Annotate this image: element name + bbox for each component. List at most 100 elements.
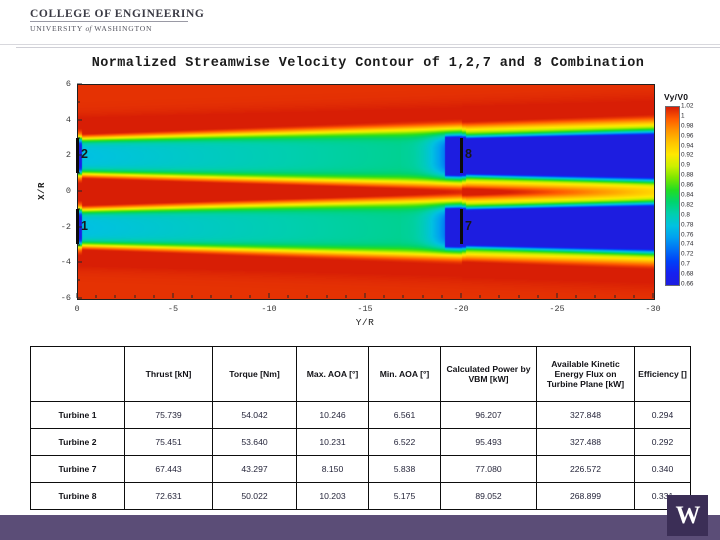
colorbar-tick: 0.92	[681, 151, 694, 159]
x-minor-tick-mark	[95, 295, 97, 298]
table-column-header: Efficiency []	[634, 346, 691, 402]
x-tick-mark	[172, 293, 174, 298]
table-cell: 67.443	[124, 455, 213, 483]
table-cell: 6.561	[368, 401, 441, 429]
table-header: Thrust [kN] Torque [Nm] Max. AOA [°] Min. A…	[30, 346, 691, 402]
table-cell: 8.150	[296, 455, 369, 483]
table-column-header: Thrust [kN]	[124, 346, 213, 402]
table-cell: 5.838	[368, 455, 441, 483]
plot-wrapper: X/R Y/R 6 4 2 0 -2 -4 -6 0 -5 -10 -15 -20 -25 -30 2 1…	[37, 79, 661, 328]
colorbar-tick: 0.66	[681, 280, 694, 288]
turbine-results-table: Thrust [kN] Torque [Nm] Max. AOA [°] Min. A…	[30, 346, 691, 510]
colorbar-tick: 0.8	[681, 211, 690, 219]
table-cell: 10.246	[296, 401, 369, 429]
y-minor-tick-mark	[77, 101, 80, 103]
colorbar-tick: 0.98	[681, 122, 694, 130]
w-logo-letter: W	[675, 502, 701, 529]
y-tick-label: -4	[60, 257, 71, 268]
college-name: COLLEGE OF ENGINEERING	[30, 8, 205, 20]
uw-branding-header: COLLEGE OF ENGINEERING UNIVERSITY of WAS…	[30, 8, 204, 33]
table-cell: 327.848	[536, 401, 635, 429]
x-minor-tick-mark	[441, 295, 443, 298]
x-minor-tick-mark	[210, 295, 212, 298]
y-tick-label: 6	[65, 79, 71, 89]
x-tick-mark	[364, 293, 366, 298]
y-tick-mark	[77, 190, 82, 192]
x-tick-mark	[556, 293, 558, 298]
colorbar-tick: 0.72	[681, 250, 694, 258]
table-body: Turbine 1 75.739 54.042 10.246 6.561 96.207 32…	[30, 401, 691, 510]
table-cell: 327.488	[536, 428, 635, 456]
table-cell: 43.297	[212, 455, 297, 483]
y-tick-mark	[77, 119, 82, 121]
y-minor-tick-mark	[77, 279, 80, 281]
turbine-blade-marker	[460, 208, 463, 245]
x-minor-tick-mark	[479, 295, 481, 298]
colorbar-tick: 1	[681, 112, 685, 120]
table-cell: 5.175	[368, 482, 441, 510]
colorbar-tick: 0.96	[681, 132, 694, 140]
table-header-row: Thrust [kN] Torque [Nm] Max. AOA [°] Min. A…	[30, 346, 691, 402]
x-tick-mark	[268, 293, 270, 298]
table-row: Turbine 8 72.631 50.022 10.203 5.175 89.052 26…	[30, 482, 691, 510]
university-name: UNIVERSITY of WASHINGTON	[30, 24, 204, 33]
table-row-header: Turbine 7	[30, 455, 125, 483]
x-tick-label: -10	[261, 304, 277, 314]
table-cell: 75.739	[124, 401, 213, 429]
x-minor-tick-mark	[537, 295, 539, 298]
table-cell: 95.493	[440, 428, 537, 456]
colorbar-tick: 1.02	[681, 102, 694, 110]
x-tick-label: -20	[453, 304, 469, 314]
x-minor-tick-mark	[230, 295, 232, 298]
y-tick-mark	[77, 261, 82, 263]
x-minor-tick-mark	[422, 295, 424, 298]
x-minor-tick-mark	[575, 295, 577, 298]
colorbar-tick: 0.94	[681, 142, 694, 150]
x-minor-tick-mark	[287, 295, 289, 298]
table-cell: 54.042	[212, 401, 297, 429]
table-cell: 75.451	[124, 428, 213, 456]
colorbar-tick: 0.84	[681, 191, 694, 199]
table-cell: 10.231	[296, 428, 369, 456]
branding-divider	[30, 21, 188, 22]
table-row-header: Turbine 8	[30, 482, 125, 510]
table-cell: 72.631	[124, 482, 213, 510]
x-tick-label: -25	[549, 304, 565, 314]
table-row-header: Turbine 2	[30, 428, 125, 456]
washington-word: WASHINGTON	[94, 24, 153, 33]
y-tick-mark	[77, 297, 82, 299]
table-column-header: Available Kinetic Energy Flux on Turbine…	[536, 346, 635, 402]
turbine-blade-marker	[76, 208, 79, 245]
table-cell: 50.022	[212, 482, 297, 510]
table-cell: 53.640	[212, 428, 297, 456]
colorbar-tick: 0.88	[681, 171, 694, 179]
y-tick-label: 0	[65, 186, 71, 196]
colorbar-gradient	[665, 106, 680, 286]
table-cell: 77.080	[440, 455, 537, 483]
table-row: Turbine 1 75.739 54.042 10.246 6.561 96.207 32…	[30, 401, 691, 429]
x-minor-tick-mark	[345, 295, 347, 298]
contour-figure: Normalized Streamwise Velocity Contour o…	[16, 47, 720, 328]
colorbar-tick: 0.7	[681, 260, 690, 268]
y-tick-label: 2	[65, 150, 71, 161]
turbine-blade-marker	[460, 137, 463, 174]
x-axis-label: Y/R	[355, 317, 375, 328]
x-tick-label: -5	[167, 304, 179, 314]
x-tick-mark	[460, 293, 462, 298]
table-cell: 10.203	[296, 482, 369, 510]
contour-plot-area	[77, 84, 655, 300]
turbine-label: 1	[81, 218, 88, 233]
turbine-blade-marker	[76, 137, 79, 174]
y-tick-label: -6	[60, 293, 71, 303]
x-tick-label: 0	[74, 304, 80, 314]
y-tick-label: -2	[60, 221, 71, 232]
turbine-label: 7	[465, 218, 472, 233]
of-word: of	[85, 24, 92, 33]
colorbar-tick: 0.74	[681, 240, 694, 248]
y-tick-label: 4	[65, 114, 71, 125]
colorbar-panel: Vy/V0 1.02 1 0.98 0.96 0.94 0.92 0.9 0.88 0.86 0.…	[661, 92, 720, 298]
x-minor-tick-mark	[383, 295, 385, 298]
colorbar-label: Vy/V0	[664, 92, 689, 102]
y-axis-label: X/R	[36, 182, 47, 200]
table-row: Turbine 2 75.451 53.640 10.231 6.522 95.493 32…	[30, 428, 691, 456]
